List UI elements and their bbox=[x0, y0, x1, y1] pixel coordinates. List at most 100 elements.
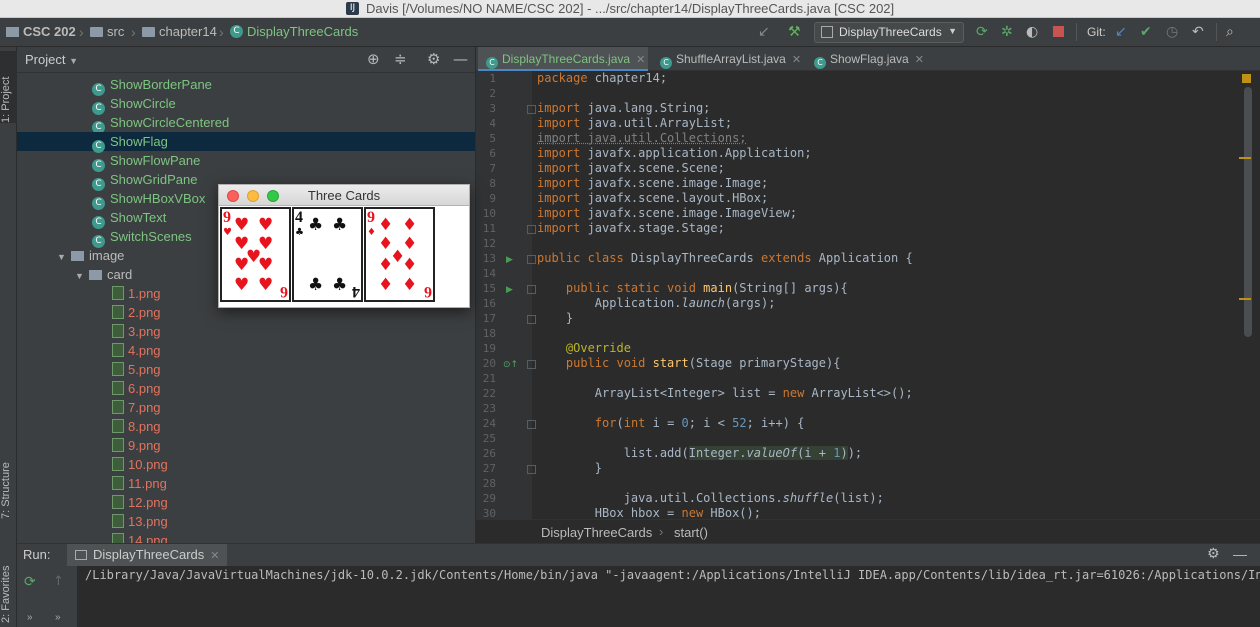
project-view-select[interactable]: Project ▼ bbox=[25, 52, 78, 67]
hammer-icon[interactable]: ⚒ bbox=[788, 24, 801, 40]
warning-stripe[interactable] bbox=[1239, 157, 1251, 159]
navigation-bar: CSC 202 › src › chapter14 › C DisplayThre… bbox=[0, 18, 1260, 47]
tree-item-label: 13.png bbox=[128, 514, 168, 529]
fx-window-title: Three Cards bbox=[307, 188, 381, 203]
close-icon[interactable]: ✕ bbox=[636, 54, 645, 66]
card-rank: 6 bbox=[280, 283, 288, 300]
tab-showflag[interactable]: C ShowFlag.java ✕ bbox=[806, 47, 926, 71]
vcs-update-icon[interactable]: ↙ bbox=[1115, 24, 1127, 40]
clubs-icon: ♣ bbox=[332, 275, 348, 295]
fold-marker[interactable] bbox=[527, 465, 536, 474]
tree-item-png[interactable]: 11.png bbox=[17, 474, 475, 493]
breadcrumb-chapter14[interactable]: chapter14 bbox=[142, 24, 217, 39]
favorites-tool-button[interactable]: 2: Favorites bbox=[0, 543, 17, 623]
fold-marker[interactable] bbox=[527, 255, 536, 264]
gear-icon[interactable]: ⚙ bbox=[427, 50, 440, 68]
clubs-icon: ♣ bbox=[308, 275, 324, 295]
gear-icon[interactable]: ⚙ bbox=[1207, 546, 1220, 562]
image-file-icon bbox=[112, 324, 124, 338]
hide-icon[interactable]: — bbox=[453, 50, 468, 68]
tree-item-png[interactable]: 13.png bbox=[17, 512, 475, 531]
back-arrow-icon[interactable]: ↙ bbox=[758, 24, 770, 40]
line-number: 26 bbox=[482, 447, 496, 460]
fold-marker[interactable] bbox=[527, 285, 536, 294]
hide-icon[interactable]: — bbox=[1233, 546, 1247, 562]
line-number: 20 bbox=[482, 357, 496, 370]
close-icon[interactable]: ✕ bbox=[792, 54, 801, 66]
image-file-icon bbox=[112, 286, 124, 300]
close-icon[interactable]: ✕ bbox=[915, 54, 924, 66]
tree-item-png[interactable]: 6.png bbox=[17, 379, 475, 398]
run-tab-displaythreecards[interactable]: DisplayThreeCards ✕ bbox=[67, 544, 228, 566]
class-icon: C bbox=[814, 57, 826, 69]
tree-item-class[interactable]: C ShowBorderPane bbox=[17, 75, 475, 96]
tree-item-label: ShowCircleCentered bbox=[110, 115, 230, 130]
more-icon[interactable]: » bbox=[27, 612, 33, 623]
search-icon[interactable]: ⌕ bbox=[1226, 24, 1234, 40]
image-file-icon bbox=[112, 438, 124, 452]
locate-icon[interactable]: ⊕ bbox=[367, 50, 380, 68]
tree-item-png[interactable]: 8.png bbox=[17, 417, 475, 436]
stop-icon[interactable] bbox=[1053, 26, 1064, 37]
fold-marker[interactable] bbox=[527, 225, 536, 234]
rerun-icon[interactable]: ⟳ bbox=[976, 24, 988, 40]
fold-marker[interactable] bbox=[527, 315, 536, 324]
tree-item-png[interactable]: 5.png bbox=[17, 360, 475, 379]
breadcrumb-src[interactable]: src bbox=[90, 24, 124, 39]
inspection-status-icon[interactable] bbox=[1242, 74, 1251, 83]
history-icon[interactable]: ◷ bbox=[1166, 24, 1178, 40]
run-gutter-icon[interactable]: ▶ bbox=[506, 285, 513, 295]
tree-item-png[interactable]: 9.png bbox=[17, 436, 475, 455]
tree-item-png[interactable]: 7.png bbox=[17, 398, 475, 417]
tab-shufflearraylist[interactable]: C ShuffleArrayList.java ✕ bbox=[652, 47, 802, 71]
code-line: package chapter14; bbox=[537, 71, 668, 85]
fold-marker[interactable] bbox=[527, 420, 536, 429]
breadcrumb-class[interactable]: C DisplayThreeCards bbox=[230, 24, 358, 39]
fold-marker[interactable] bbox=[527, 105, 536, 114]
line-number: 21 bbox=[482, 372, 496, 385]
tree-item-class[interactable]: C ShowFlag bbox=[17, 132, 475, 153]
tree-item-png[interactable]: 4.png bbox=[17, 341, 475, 360]
tab-displaythreecards[interactable]: C DisplayThreeCards.java ✕ bbox=[478, 47, 648, 71]
breadcrumb-class-item[interactable]: DisplayThreeCards bbox=[541, 525, 652, 540]
tree-item-png[interactable]: 14.png bbox=[17, 531, 475, 543]
rerun-icon[interactable]: ⟳ bbox=[24, 574, 36, 590]
fx-window-titlebar[interactable]: Three Cards bbox=[219, 185, 469, 206]
code-line: @Override bbox=[537, 341, 631, 355]
tree-item-png[interactable]: 3.png bbox=[17, 322, 475, 341]
tree-item-class[interactable]: C ShowCircle bbox=[17, 94, 475, 115]
breadcrumb-project[interactable]: CSC 202 bbox=[6, 24, 76, 39]
image-file-icon bbox=[112, 514, 124, 528]
tree-item-png[interactable]: 10.png bbox=[17, 455, 475, 474]
console-output[interactable]: /Library/Java/JavaVirtualMachines/jdk-10… bbox=[85, 568, 1260, 582]
tree-item-label: ShowBorderPane bbox=[110, 77, 212, 92]
tree-item-class[interactable]: C ShowCircleCentered bbox=[17, 113, 475, 134]
breadcrumb-method-item[interactable]: start() bbox=[674, 525, 708, 540]
project-tool-button[interactable]: 1: Project bbox=[0, 51, 17, 123]
collapse-all-icon[interactable]: ≑ bbox=[394, 50, 407, 68]
tree-item-label: 7.png bbox=[128, 400, 161, 415]
fold-marker[interactable] bbox=[527, 360, 536, 369]
code-editor[interactable]: package chapter14; import java.lang.Stri… bbox=[537, 71, 1237, 519]
run-panel: Run: DisplayThreeCards ✕ ⚙ — ⟳ ↑ » » /Lib… bbox=[17, 543, 1260, 627]
structure-tool-button[interactable]: 7: Structure bbox=[0, 443, 17, 519]
close-icon[interactable]: ✕ bbox=[210, 550, 219, 562]
coverage-icon[interactable]: ◐ bbox=[1026, 24, 1038, 40]
more-icon[interactable]: » bbox=[55, 612, 61, 623]
run-configuration-select[interactable]: DisplayThreeCards ▼ bbox=[814, 22, 964, 43]
warning-stripe[interactable] bbox=[1239, 298, 1251, 300]
revert-icon[interactable]: ↶ bbox=[1192, 24, 1204, 40]
tree-item-png[interactable]: 12.png bbox=[17, 493, 475, 512]
line-number: 2 bbox=[489, 87, 496, 100]
override-icon[interactable]: ⊙↑ bbox=[503, 360, 518, 370]
three-cards-window[interactable]: Three Cards 9 ♥ 6 ♥ ♥ ♥ ♥ ♥ ♥ ♥ ♥ ♥ 4 ♣ 4 ♣ ♣ ♣ ♣ 9 ♦ 6 ♦ ♦ ♦ ♦ ♦ ♦… bbox=[218, 184, 470, 308]
up-arrow-icon[interactable]: ↑ bbox=[53, 574, 64, 589]
debug-icon[interactable]: ✲ bbox=[1001, 24, 1013, 40]
project-tree: C ShowBorderPane C ShowCircle C ShowCircleCen… bbox=[17, 74, 475, 543]
run-gutter-icon[interactable]: ▶ bbox=[506, 255, 513, 265]
line-number: 5 bbox=[489, 132, 496, 145]
vcs-commit-icon[interactable]: ✔ bbox=[1140, 24, 1152, 40]
tree-item-class[interactable]: C ShowFlowPane bbox=[17, 151, 475, 172]
editor-gutter: ▶ ▶ ⊙↑ 1 2 3 4 5 6 7 8 9 10 11 12 13 14 15 16 17 18 19 20 21… bbox=[476, 71, 536, 520]
clubs-icon: ♣ bbox=[332, 215, 348, 235]
